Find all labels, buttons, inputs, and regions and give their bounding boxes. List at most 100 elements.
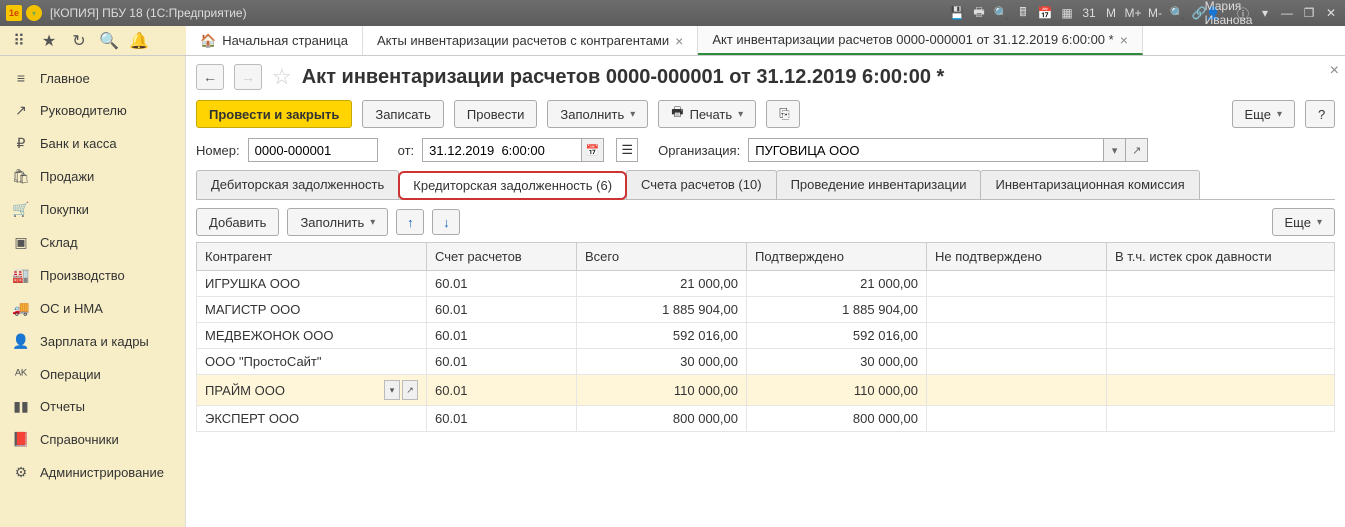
cell-expired[interactable] (1107, 323, 1335, 349)
sidebar-item-bank[interactable]: ₽Банк и касса (0, 127, 185, 160)
col-expired[interactable]: В т.ч. истек срок давности (1107, 243, 1335, 271)
cell-account[interactable]: 60.01 (427, 297, 577, 323)
cell-confirmed[interactable]: 1 885 904,00 (747, 297, 927, 323)
zoom-icon[interactable]: 🔍 (1169, 5, 1185, 21)
sidebar-item-reports[interactable]: ▮▮Отчеты (0, 390, 185, 423)
cell-account[interactable]: 60.01 (427, 323, 577, 349)
add-button[interactable]: Добавить (196, 208, 279, 236)
tab-creditor[interactable]: Кредиторская задолженность (6) (398, 171, 627, 200)
sidebar-item-purchases[interactable]: 🛒Покупки (0, 193, 185, 226)
print-button[interactable]: 🖶Печать▾ (658, 100, 756, 128)
cell-contragent[interactable]: ИГРУШКА ООО (197, 271, 427, 297)
sidebar-item-admin[interactable]: ⚙Администрирование (0, 456, 185, 489)
doc-icon[interactable]: ☰ (616, 138, 638, 162)
cell-total[interactable]: 800 000,00 (577, 406, 747, 432)
more-button[interactable]: Еще▾ (1232, 100, 1295, 128)
cell-total[interactable]: 110 000,00 (577, 375, 747, 406)
cell-confirmed[interactable]: 800 000,00 (747, 406, 927, 432)
favorite-icon[interactable]: ★ (40, 32, 58, 50)
cell-contragent[interactable]: ПРАЙМ ООО▾↗ (197, 375, 427, 406)
cell-unconfirmed[interactable] (927, 406, 1107, 432)
sidebar-item-sales[interactable]: 🛍Продажи (0, 160, 185, 193)
tab-close-icon[interactable]: × (1120, 32, 1128, 48)
cell-expired[interactable] (1107, 406, 1335, 432)
tab-accounts[interactable]: Счета расчетов (10) (626, 170, 777, 199)
cell-unconfirmed[interactable] (927, 349, 1107, 375)
cell-confirmed[interactable]: 592 016,00 (747, 323, 927, 349)
table-row[interactable]: ЭКСПЕРТ ООО60.01800 000,00800 000,00 (197, 406, 1335, 432)
sidebar-item-operations[interactable]: ᴬᴷОперации (0, 358, 185, 390)
cell-unconfirmed[interactable] (927, 297, 1107, 323)
grid-icon[interactable]: ▦ (1059, 5, 1075, 21)
number-input[interactable] (248, 138, 378, 162)
apps-icon[interactable]: ⠿ (10, 32, 28, 50)
search-tool-icon[interactable]: 🔍 (100, 32, 118, 50)
tab-close-icon[interactable]: × (675, 33, 683, 49)
move-up-button[interactable]: ↑ (396, 209, 424, 235)
nav-back-button[interactable]: ← (196, 64, 224, 90)
cell-total[interactable]: 21 000,00 (577, 271, 747, 297)
restore-icon[interactable]: ❐ (1301, 5, 1317, 21)
cell-account[interactable]: 60.01 (427, 375, 577, 406)
save-button[interactable]: Записать (362, 100, 444, 128)
col-unconfirmed[interactable]: Не подтверждено (927, 243, 1107, 271)
calc-icon[interactable]: 🖩 (1015, 5, 1031, 21)
sidebar-item-production[interactable]: 🏭Производство (0, 259, 185, 292)
cell-confirmed[interactable]: 30 000,00 (747, 349, 927, 375)
info-icon[interactable]: ⓘ (1235, 5, 1251, 21)
date-input[interactable] (422, 138, 582, 162)
cell-total[interactable]: 592 016,00 (577, 323, 747, 349)
cell-contragent[interactable]: ООО "ПростоСайт" (197, 349, 427, 375)
tab-commission[interactable]: Инвентаризационная комиссия (980, 170, 1199, 199)
structure-button[interactable]: ⎘ (766, 100, 800, 128)
cell-confirmed[interactable]: 110 000,00 (747, 375, 927, 406)
sidebar-item-catalogs[interactable]: 📕Справочники (0, 423, 185, 456)
cell-unconfirmed[interactable] (927, 271, 1107, 297)
sidebar-item-main[interactable]: ≡Главное (0, 62, 185, 94)
cell-expired[interactable] (1107, 271, 1335, 297)
table-row[interactable]: ПРАЙМ ООО▾↗60.01110 000,00110 000,00 (197, 375, 1335, 406)
cell-contragent[interactable]: ЭКСПЕРТ ООО (197, 406, 427, 432)
col-account[interactable]: Счет расчетов (427, 243, 577, 271)
open-icon[interactable]: ↗ (1126, 138, 1148, 162)
calendar-picker-icon[interactable]: 📅 (582, 138, 604, 162)
cell-total[interactable]: 30 000,00 (577, 349, 747, 375)
calendar-icon[interactable]: 📅 (1037, 5, 1053, 21)
table-row[interactable]: ИГРУШКА ООО60.0121 000,0021 000,00 (197, 271, 1335, 297)
cell-contragent[interactable]: МЕДВЕЖОНОК ООО (197, 323, 427, 349)
tab-inventory[interactable]: Проведение инвентаризации (776, 170, 982, 199)
dropdown-icon[interactable]: ▾ (384, 380, 400, 400)
tab-debitor[interactable]: Дебиторская задолженность (196, 170, 399, 199)
cell-unconfirmed[interactable] (927, 323, 1107, 349)
post-button[interactable]: Провести (454, 100, 538, 128)
sidebar-item-manager[interactable]: ↗Руководителю (0, 94, 185, 127)
help-button[interactable]: ? (1305, 100, 1335, 128)
tab-acts-list[interactable]: Акты инвентаризации расчетов с контраген… (363, 26, 698, 55)
cell-total[interactable]: 1 885 904,00 (577, 297, 747, 323)
cell-expired[interactable] (1107, 349, 1335, 375)
col-confirmed[interactable]: Подтверждено (747, 243, 927, 271)
sidebar-item-payroll[interactable]: 👤Зарплата и кадры (0, 325, 185, 358)
cell-expired[interactable] (1107, 297, 1335, 323)
open-icon[interactable]: ↗ (402, 380, 418, 400)
cell-account[interactable]: 60.01 (427, 271, 577, 297)
search-icon[interactable]: 🔍 (993, 5, 1009, 21)
cell-confirmed[interactable]: 21 000,00 (747, 271, 927, 297)
cell-expired[interactable] (1107, 375, 1335, 406)
cell-unconfirmed[interactable] (927, 375, 1107, 406)
more-rows-button[interactable]: Еще▾ (1272, 208, 1335, 236)
table-row[interactable]: МЕДВЕЖОНОК ООО60.01592 016,00592 016,00 (197, 323, 1335, 349)
tab-home[interactable]: 🏠 Начальная страница (186, 26, 363, 55)
menu-icon[interactable]: ▾ (1257, 5, 1273, 21)
bell-icon[interactable]: 🔔 (130, 32, 148, 50)
fill-rows-button[interactable]: Заполнить▾ (287, 208, 388, 236)
sidebar-item-warehouse[interactable]: ▣Склад (0, 226, 185, 259)
date-icon[interactable]: 31 (1081, 5, 1097, 21)
post-and-close-button[interactable]: Провести и закрыть (196, 100, 352, 128)
fill-button[interactable]: Заполнить▾ (547, 100, 648, 128)
sidebar-item-assets[interactable]: 🚚ОС и НМА (0, 292, 185, 325)
m-icon[interactable]: M (1103, 5, 1119, 21)
minimize-icon[interactable]: — (1279, 5, 1295, 21)
dropdown-icon[interactable]: ▾ (1104, 138, 1126, 162)
nav-forward-button[interactable]: → (234, 64, 262, 90)
